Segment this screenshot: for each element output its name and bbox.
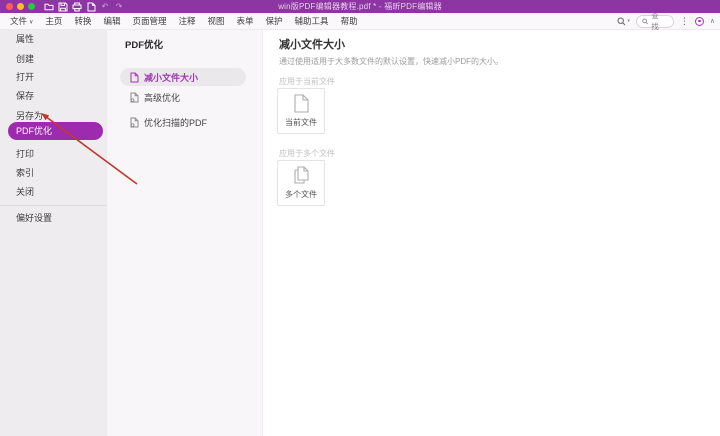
sidebar-item-close[interactable]: 关闭 xyxy=(16,186,34,198)
document-scan-icon xyxy=(130,117,139,128)
file-menu-sidebar: 属性 创建 打开 保存 另存为 PDF优化 打印 索引 关闭 偏好设置 xyxy=(0,30,107,436)
menu-protect[interactable]: 保护 xyxy=(266,15,283,27)
sidebar-item-properties[interactable]: 属性 xyxy=(16,33,34,45)
window-body: 属性 创建 打开 保存 另存为 PDF优化 打印 索引 关闭 偏好设置 PDF优… xyxy=(0,30,720,436)
collapse-ribbon-icon[interactable]: ∧ xyxy=(710,17,715,25)
page-title: 减小文件大小 xyxy=(279,36,345,52)
page-description: 通过使用适用于大多数文件的默认设置，快速减小PDF的大小。 xyxy=(279,56,503,67)
panel-item-advanced-optimize[interactable]: 高级优化 xyxy=(120,88,246,106)
menu-items: 文件 ∨ 主页 转换 编辑 页面管理 注释 视图 表单 保护 辅助工具 帮助 xyxy=(10,15,358,27)
sidebar-item-open[interactable]: 打开 xyxy=(16,71,34,83)
menu-accessibility-tools[interactable]: 辅助工具 xyxy=(295,15,329,27)
sidebar-divider xyxy=(0,205,107,206)
sidebar-item-print[interactable]: 打印 xyxy=(16,148,34,160)
search-input[interactable]: 查找 xyxy=(636,15,674,28)
multiple-files-section-label: 应用于多个文件 xyxy=(279,148,335,159)
chevron-down-icon: ∨ xyxy=(29,18,33,25)
quick-access-toolbar: ↶ ↷ xyxy=(44,2,124,12)
panel-item-label: 减小文件大小 xyxy=(144,71,198,84)
sidebar-item-pdf-optimize[interactable]: PDF优化 xyxy=(8,122,103,140)
menu-help[interactable]: 帮助 xyxy=(341,15,358,27)
pdf-optimize-panel: PDF优化 减小文件大小 高级优化 优化扫描的PDF xyxy=(107,30,262,436)
multiple-files-card-label: 多个文件 xyxy=(285,189,317,200)
foxit-pdf-editor-window: { "app": { "titlebar_title": "win版PDF编辑器… xyxy=(0,0,720,436)
sidebar-item-save-as[interactable]: 另存为 xyxy=(16,110,43,122)
save-icon[interactable] xyxy=(58,2,68,12)
minimize-window-button[interactable] xyxy=(17,3,24,10)
sidebar-item-index[interactable]: 索引 xyxy=(16,167,34,179)
menu-form[interactable]: 表单 xyxy=(237,15,254,27)
main-content: 减小文件大小 通过使用适用于大多数文件的默认设置，快速减小PDF的大小。 应用于… xyxy=(262,30,720,436)
menu-home[interactable]: 主页 xyxy=(45,15,62,27)
print-icon[interactable] xyxy=(72,2,82,12)
more-options-icon[interactable]: ⋮ xyxy=(680,16,689,26)
titlebar: ↶ ↷ win版PDF编辑器教程.pdf * - 福昕PDF编辑器 xyxy=(0,0,720,13)
menubar: 文件 ∨ 主页 转换 编辑 页面管理 注释 视图 表单 保护 辅助工具 帮助 ▾… xyxy=(0,13,720,30)
multiple-documents-icon xyxy=(293,166,310,185)
search-placeholder: 查找 xyxy=(651,10,665,32)
sidebar-item-create[interactable]: 创建 xyxy=(16,53,34,65)
open-folder-icon[interactable] xyxy=(44,2,54,12)
zoom-window-button[interactable] xyxy=(28,3,35,10)
document-gear-icon xyxy=(130,92,139,103)
sidebar-item-save[interactable]: 保存 xyxy=(16,90,34,102)
panel-item-label: 高级优化 xyxy=(144,91,180,104)
chevron-down-icon: ▾ xyxy=(627,18,630,24)
menu-file[interactable]: 文件 ∨ xyxy=(10,15,33,27)
window-controls xyxy=(6,3,35,10)
close-window-button[interactable] xyxy=(6,3,13,10)
menubar-right-tools: ▾ 查找 ⋮ ∧ xyxy=(617,15,715,28)
zoom-tool-icon[interactable]: ▾ xyxy=(617,17,630,26)
panel-item-label: 优化扫描的PDF xyxy=(144,116,207,129)
menu-file-label: 文件 xyxy=(10,15,27,27)
current-file-section-label: 应用于当前文件 xyxy=(279,76,335,87)
membership-dot xyxy=(698,20,701,23)
current-file-card-label: 当前文件 xyxy=(285,117,317,128)
single-document-icon xyxy=(294,94,309,113)
current-file-card[interactable]: 当前文件 xyxy=(277,88,325,134)
new-document-icon[interactable] xyxy=(86,2,96,12)
panel-title: PDF优化 xyxy=(125,37,163,51)
menu-convert[interactable]: 转换 xyxy=(74,15,91,27)
document-icon xyxy=(130,72,139,83)
menu-view[interactable]: 视图 xyxy=(208,15,225,27)
panel-item-reduce-file-size[interactable]: 减小文件大小 xyxy=(120,68,246,86)
undo-icon[interactable]: ↶ xyxy=(100,2,110,12)
panel-item-optimize-scanned-pdf[interactable]: 优化扫描的PDF xyxy=(120,113,246,131)
menu-comment[interactable]: 注释 xyxy=(178,15,195,27)
multiple-files-card[interactable]: 多个文件 xyxy=(277,160,325,206)
search-icon xyxy=(642,18,648,25)
sidebar-item-preferences[interactable]: 偏好设置 xyxy=(16,212,52,224)
redo-icon[interactable]: ↷ xyxy=(114,2,124,12)
menu-page-management[interactable]: 页面管理 xyxy=(132,15,166,27)
membership-icon[interactable] xyxy=(695,17,704,26)
menu-edit[interactable]: 编辑 xyxy=(103,15,120,27)
